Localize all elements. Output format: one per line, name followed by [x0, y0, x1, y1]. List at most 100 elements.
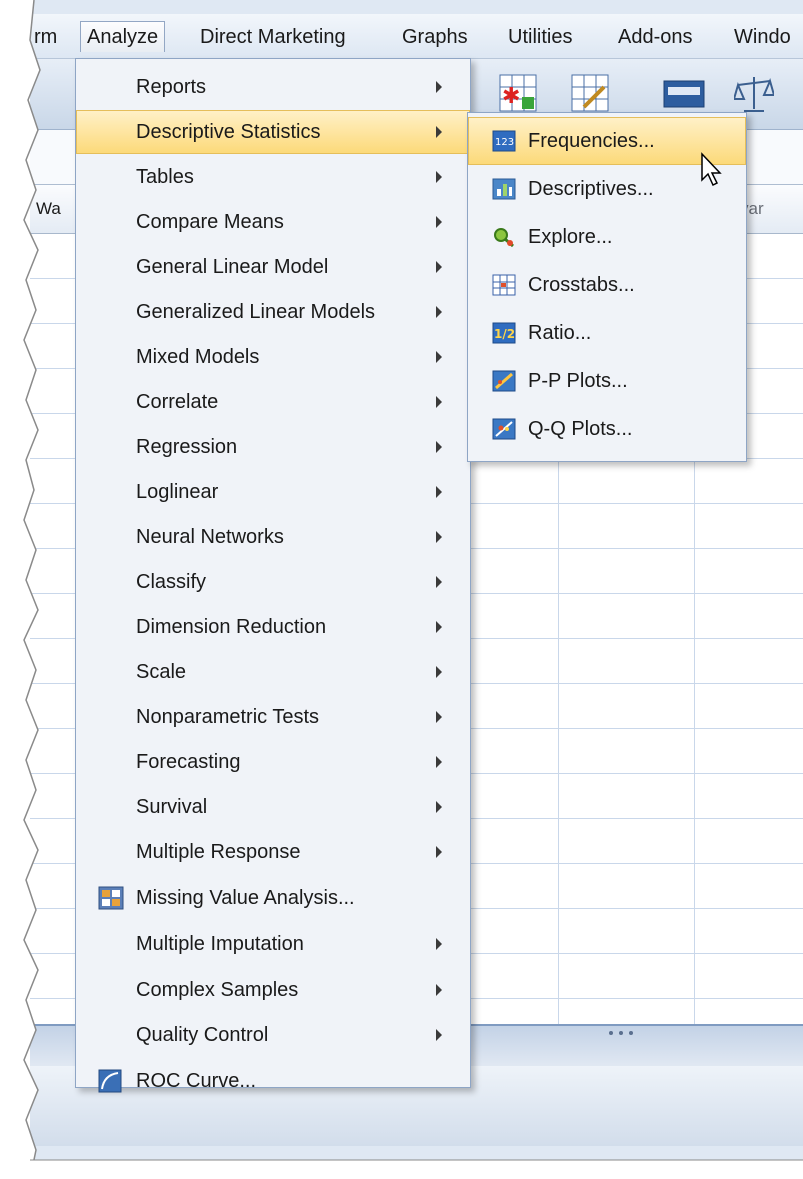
submenu-item-ratio[interactable]: 1/2 Ratio...: [468, 309, 746, 357]
qq-plots-icon: [492, 418, 516, 440]
submenu-item-label: Crosstabs...: [528, 274, 635, 296]
select-cases-icon[interactable]: ✱: [498, 73, 538, 113]
menu-item-label: Regression: [136, 436, 238, 458]
submenu-arrow-icon: [436, 306, 442, 318]
submenu-arrow-icon: [436, 938, 442, 950]
menu-item-label: Missing Value Analysis...: [136, 887, 355, 909]
weight-cases-grid-icon[interactable]: [570, 73, 610, 113]
menu-item-tables[interactable]: Tables: [76, 155, 470, 199]
svg-text:1/2: 1/2: [494, 327, 515, 341]
menu-item-missing-value-analysis[interactable]: Missing Value Analysis...: [76, 876, 470, 920]
menu-item-label: Tables: [136, 166, 194, 188]
ratio-icon: 1/2: [492, 322, 516, 344]
menu-item-descriptive-statistics[interactable]: Descriptive Statistics: [76, 110, 470, 154]
menu-item-nonparametric-tests[interactable]: Nonparametric Tests: [76, 695, 470, 739]
submenu-item-label: Explore...: [528, 226, 613, 248]
torn-edge-decoration: [0, 0, 41, 1179]
menu-item-label: Generalized Linear Models: [136, 301, 376, 323]
menu-add-ons[interactable]: Add-ons: [612, 22, 699, 52]
bottom-edge-decoration: [0, 1159, 803, 1179]
submenu-arrow-icon: [436, 486, 442, 498]
menu-item-label: Nonparametric Tests: [136, 706, 320, 728]
menu-item-label: Compare Means: [136, 211, 284, 233]
menu-bar: rm Analyze Direct Marketing Graphs Utili…: [30, 14, 803, 59]
submenu-arrow-icon: [436, 441, 442, 453]
menu-item-survival[interactable]: Survival: [76, 785, 470, 829]
descriptives-icon: [492, 178, 516, 200]
menu-item-label: Complex Samples: [136, 979, 299, 1001]
submenu-item-qq-plots[interactable]: Q-Q Plots...: [468, 405, 746, 453]
menu-item-neural-networks[interactable]: Neural Networks: [76, 515, 470, 559]
submenu-arrow-icon: [436, 711, 442, 723]
menu-item-label: Neural Networks: [136, 526, 284, 548]
submenu-arrow-icon: [436, 351, 442, 363]
submenu-arrow-icon: [436, 846, 442, 858]
menu-graphs[interactable]: Graphs: [396, 22, 474, 52]
menu-item-label: Multiple Imputation: [136, 933, 304, 955]
splitter-grip-icon: [609, 1031, 633, 1035]
submenu-arrow-icon: [436, 576, 442, 588]
menu-item-correlate[interactable]: Correlate: [76, 380, 470, 424]
menu-item-scale[interactable]: Scale: [76, 650, 470, 694]
menu-analyze[interactable]: Analyze: [80, 21, 166, 52]
analyze-menu: Reports Descriptive Statistics Tables Co…: [75, 58, 471, 1093]
menu-item-general-linear-model[interactable]: General Linear Model: [76, 245, 470, 289]
menu-item-label: Descriptive Statistics: [136, 121, 321, 143]
svg-text:123: 123: [495, 137, 514, 148]
submenu-arrow-icon: [436, 756, 442, 768]
submenu-item-label: Frequencies...: [528, 130, 655, 152]
menu-item-label: ROC Curve...: [136, 1070, 257, 1092]
menu-item-label: Forecasting: [136, 751, 241, 773]
menu-item-dimension-reduction[interactable]: Dimension Reduction: [76, 605, 470, 649]
submenu-arrow-icon: [436, 396, 442, 408]
weight-scale-icon[interactable]: [734, 73, 774, 115]
menu-item-label: Dimension Reduction: [136, 616, 327, 638]
menu-item-roc-curve[interactable]: ROC Curve...: [76, 1059, 470, 1103]
svg-text:✱: ✱: [502, 84, 520, 109]
menu-item-complex-samples[interactable]: Complex Samples: [76, 968, 470, 1012]
menu-item-forecasting[interactable]: Forecasting: [76, 740, 470, 784]
menu-utilities[interactable]: Utilities: [502, 22, 578, 52]
menu-item-loglinear[interactable]: Loglinear: [76, 470, 470, 514]
menu-item-generalized-linear-models[interactable]: Generalized Linear Models: [76, 290, 470, 334]
menu-item-multiple-imputation[interactable]: Multiple Imputation: [76, 922, 470, 966]
menu-item-label: Correlate: [136, 391, 219, 413]
submenu-arrow-icon: [436, 531, 442, 543]
roc-curve-icon: [98, 1069, 122, 1093]
menu-item-regression[interactable]: Regression: [76, 425, 470, 469]
menu-item-mixed-models[interactable]: Mixed Models: [76, 335, 470, 379]
submenu-arrow-icon: [436, 801, 442, 813]
menu-item-label: General Linear Model: [136, 256, 329, 278]
menu-item-quality-control[interactable]: Quality Control: [76, 1013, 470, 1057]
menu-item-label: Mixed Models: [136, 346, 260, 368]
submenu-arrow-icon: [436, 81, 442, 93]
explore-icon: [494, 228, 514, 248]
menu-item-label: Reports: [136, 76, 207, 98]
submenu-arrow-icon: [436, 261, 442, 273]
submenu-arrow-icon: [436, 1029, 442, 1041]
menu-window[interactable]: Windo: [728, 22, 797, 52]
menu-item-label: Scale: [136, 661, 187, 683]
menu-item-label: Classify: [136, 571, 207, 593]
submenu-item-label: Ratio...: [528, 322, 592, 344]
submenu-arrow-icon: [436, 666, 442, 678]
menu-item-multiple-response[interactable]: Multiple Response: [76, 830, 470, 874]
missing-value-icon: [98, 886, 124, 910]
submenu-item-crosstabs[interactable]: Crosstabs...: [468, 261, 746, 309]
submenu-item-label: Descriptives...: [528, 178, 654, 200]
frequencies-icon: 123: [492, 130, 516, 152]
menu-item-label: Multiple Response: [136, 841, 301, 863]
menu-item-reports[interactable]: Reports: [76, 65, 470, 109]
crosstabs-icon: [492, 274, 516, 296]
submenu-arrow-icon: [436, 126, 442, 138]
menu-direct-marketing[interactable]: Direct Marketing: [194, 22, 352, 52]
value-labels-icon[interactable]: [662, 73, 706, 113]
submenu-item-explore[interactable]: Explore...: [468, 213, 746, 261]
submenu-item-label: Q-Q Plots...: [528, 418, 633, 440]
submenu-item-pp-plots[interactable]: P-P Plots...: [468, 357, 746, 405]
submenu-arrow-icon: [436, 171, 442, 183]
menu-item-compare-means[interactable]: Compare Means: [76, 200, 470, 244]
menu-item-label: Loglinear: [136, 481, 219, 503]
menu-item-classify[interactable]: Classify: [76, 560, 470, 604]
menu-item-label: Survival: [136, 796, 208, 818]
